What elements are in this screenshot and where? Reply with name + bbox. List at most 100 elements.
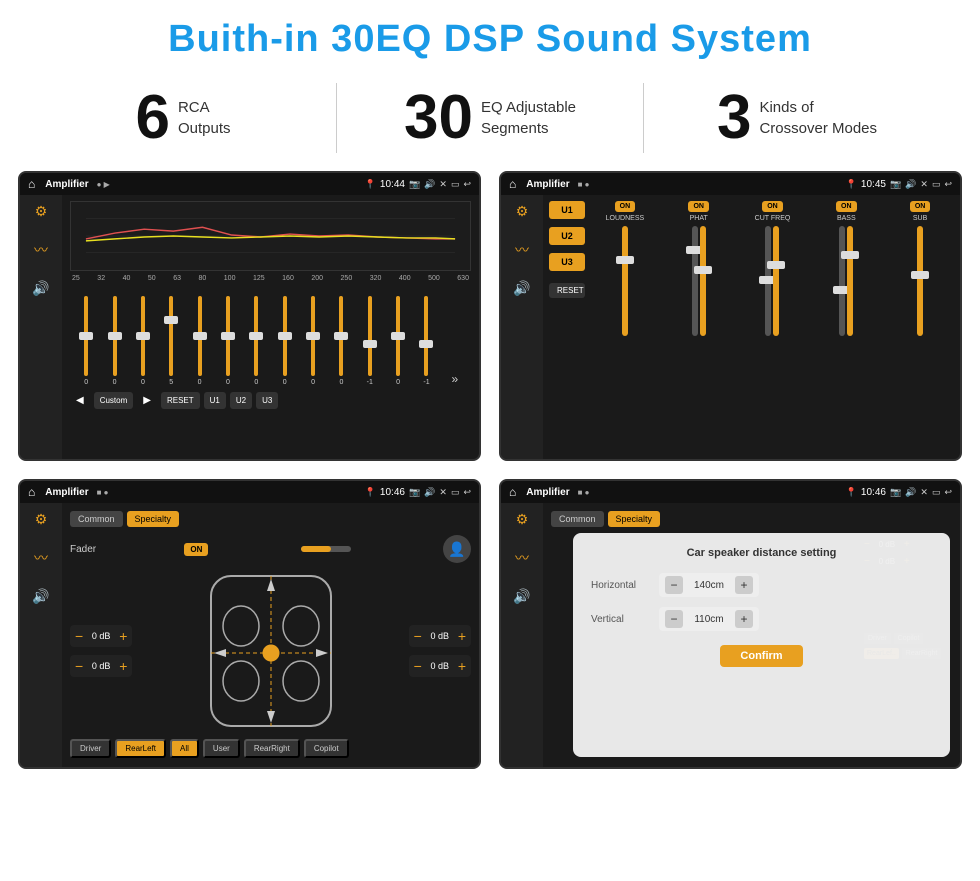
back-icon-2[interactable]: ↩: [944, 179, 952, 190]
eq-thumb-12[interactable]: [391, 332, 405, 340]
eq-track-11[interactable]: [368, 296, 372, 376]
eq-track-7[interactable]: [254, 296, 258, 376]
ch-phat-slider-g[interactable]: [692, 226, 698, 336]
wave-icon[interactable]: 〰: [34, 240, 48, 260]
ch-sub-on[interactable]: ON: [910, 201, 931, 212]
preset-u3[interactable]: U3: [549, 253, 585, 271]
eq-track-5[interactable]: [198, 296, 202, 376]
preset-u2[interactable]: U2: [549, 227, 585, 245]
fader-driver-btn[interactable]: Driver: [70, 739, 111, 758]
fader-eq-icon[interactable]: ⚙: [35, 511, 48, 528]
eq-slider-6[interactable]: 0: [214, 296, 242, 386]
crossover-reset-btn[interactable]: RESET: [549, 283, 585, 298]
eq-slider-13[interactable]: -1: [412, 296, 440, 386]
eq-thumb-9[interactable]: [306, 332, 320, 340]
ch-loudness-on[interactable]: ON: [615, 201, 636, 212]
close-icon-2[interactable]: ✕: [920, 179, 928, 190]
eq-track-3[interactable]: [141, 296, 145, 376]
eq-play-btn[interactable]: ▶: [137, 392, 157, 409]
eq-thumb-6[interactable]: [221, 332, 235, 340]
eq-thumb-8[interactable]: [278, 332, 292, 340]
home-icon-3[interactable]: ⌂: [28, 485, 35, 499]
eq-slider-12[interactable]: 0: [384, 296, 412, 386]
ch-bass-slider-f[interactable]: [839, 226, 845, 336]
eq-slider-10[interactable]: 0: [327, 296, 355, 386]
fader-tab-common[interactable]: Common: [70, 511, 123, 527]
eq-prev-btn[interactable]: ◀: [70, 392, 90, 409]
fader-copilot-btn[interactable]: Copilot: [304, 739, 349, 758]
vertical-plus-btn[interactable]: +: [735, 610, 753, 628]
ch-cutfreq-thumb-g[interactable]: [767, 261, 785, 269]
crossover-wave-icon[interactable]: 〰: [515, 240, 529, 260]
ch-phat-slider-f[interactable]: [700, 226, 706, 336]
minimize-icon-4[interactable]: ▭: [932, 487, 941, 498]
eq-slider-expand[interactable]: »: [441, 372, 469, 386]
back-icon-4[interactable]: ↩: [944, 487, 952, 498]
dist-tab-common[interactable]: Common: [551, 511, 604, 527]
eq-slider-2[interactable]: 0: [100, 296, 128, 386]
crossover-speaker-icon[interactable]: 🔊: [513, 280, 530, 297]
eq-slider-8[interactable]: 0: [271, 296, 299, 386]
fader-on-btn[interactable]: ON: [184, 543, 208, 556]
fader-h-slider[interactable]: [301, 546, 351, 552]
close-icon-4[interactable]: ✕: [920, 487, 928, 498]
fader-fl-plus[interactable]: +: [119, 628, 127, 644]
ch-bass-on[interactable]: ON: [836, 201, 857, 212]
eq-thumb-3[interactable]: [136, 332, 150, 340]
fader-rr-minus[interactable]: −: [414, 658, 422, 674]
eq-u2-btn[interactable]: U2: [230, 392, 252, 409]
eq-thumb-2[interactable]: [108, 332, 122, 340]
eq-reset-btn[interactable]: RESET: [161, 392, 200, 409]
minimize-icon-3[interactable]: ▭: [451, 487, 460, 498]
eq-track-8[interactable]: [283, 296, 287, 376]
ch-loudness-slider[interactable]: [622, 226, 628, 336]
fader-fr-minus[interactable]: −: [414, 628, 422, 644]
fader-rr-plus[interactable]: +: [458, 658, 466, 674]
eq-track-2[interactable]: [113, 296, 117, 376]
ch-sub-thumb[interactable]: [911, 271, 929, 279]
eq-u1-btn[interactable]: U1: [204, 392, 226, 409]
minimize-icon-1[interactable]: ▭: [451, 179, 460, 190]
eq-thumb-1[interactable]: [79, 332, 93, 340]
horizontal-plus-btn[interactable]: +: [735, 576, 753, 594]
preset-u1[interactable]: U1: [549, 201, 585, 219]
fader-tab-specialty[interactable]: Specialty: [127, 511, 180, 527]
fader-rl-plus[interactable]: +: [119, 658, 127, 674]
ch-phat-on[interactable]: ON: [688, 201, 709, 212]
fader-user-btn[interactable]: User: [203, 739, 240, 758]
home-icon-4[interactable]: ⌂: [509, 485, 516, 499]
eq-track-13[interactable]: [424, 296, 428, 376]
eq-slider-3[interactable]: 0: [129, 296, 157, 386]
eq-track-10[interactable]: [339, 296, 343, 376]
vertical-minus-btn[interactable]: −: [665, 610, 683, 628]
speaker-icon[interactable]: 🔊: [32, 280, 49, 297]
dist-speaker-icon[interactable]: 🔊: [513, 588, 530, 605]
close-icon-1[interactable]: ✕: [439, 179, 447, 190]
ch-loudness-thumb[interactable]: [616, 256, 634, 264]
fader-rearright-btn[interactable]: RearRight: [244, 739, 300, 758]
back-icon-1[interactable]: ↩: [463, 179, 471, 190]
eq-track-6[interactable]: [226, 296, 230, 376]
fader-speaker-icon[interactable]: 🔊: [32, 588, 49, 605]
dist-tab-specialty[interactable]: Specialty: [608, 511, 661, 527]
fader-rl-minus[interactable]: −: [75, 658, 83, 674]
eq-custom-btn[interactable]: Custom: [94, 392, 134, 409]
home-icon-2[interactable]: ⌂: [509, 177, 516, 191]
fader-rearleft-btn[interactable]: RearLeft: [115, 739, 166, 758]
ch-cutfreq-slider-f[interactable]: [765, 226, 771, 336]
dist-wave-icon[interactable]: 〰: [515, 548, 529, 568]
eq-track-1[interactable]: [84, 296, 88, 376]
home-icon-1[interactable]: ⌂: [28, 177, 35, 191]
eq-slider-11[interactable]: -1: [356, 296, 384, 386]
eq-track-12[interactable]: [396, 296, 400, 376]
eq-slider-7[interactable]: 0: [242, 296, 270, 386]
ch-bass-slider-g[interactable]: [847, 226, 853, 336]
ch-cutfreq-slider-g[interactable]: [773, 226, 779, 336]
fader-all-btn[interactable]: All: [170, 739, 199, 758]
eq-thumb-5[interactable]: [193, 332, 207, 340]
eq-slider-5[interactable]: 0: [185, 296, 213, 386]
horizontal-minus-btn[interactable]: −: [665, 576, 683, 594]
ch-sub-slider[interactable]: [917, 226, 923, 336]
close-icon-3[interactable]: ✕: [439, 487, 447, 498]
eq-icon[interactable]: ⚙: [35, 203, 48, 220]
